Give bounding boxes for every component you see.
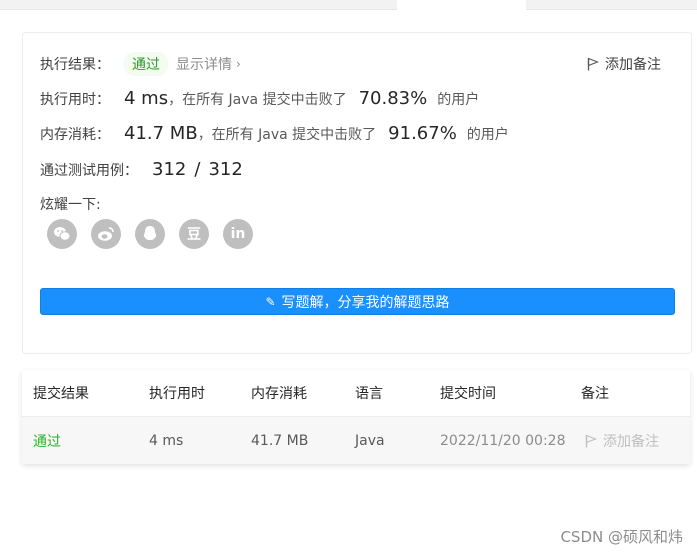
show-details-label: 显示详情	[176, 57, 232, 73]
memory-middle-text: ，在所有 Java 提交中击败了	[197, 126, 377, 143]
tab-left[interactable]	[0, 0, 397, 10]
add-note-button[interactable]: 添加备注	[587, 54, 661, 74]
result-label: 执行结果：	[40, 57, 110, 73]
submission-result-card: 执行结果： 通过 显示详情 › 添加备注 执行用时： 4 ms ，在所有 Jav…	[22, 32, 692, 354]
flag-icon	[585, 434, 597, 447]
runtime-row: 执行用时： 4 ms ，在所有 Java 提交中击败了 70.83% 的用户	[40, 88, 479, 109]
pencil-icon: ✎	[265, 294, 276, 309]
row-add-note-button[interactable]: 添加备注	[585, 417, 659, 464]
flag-icon	[587, 57, 599, 71]
row-runtime: 4 ms	[149, 432, 184, 449]
table-row[interactable]: 通过 4 ms 41.7 MB Java 2022/11/20 00:28 添加…	[22, 417, 690, 464]
row-time: 2022/11/20 00:28	[440, 432, 566, 449]
share-row: 炫耀一下:	[40, 194, 101, 214]
row-add-note-label: 添加备注	[603, 433, 659, 450]
chevron-right-icon: ›	[236, 57, 241, 71]
header-language: 语言	[355, 386, 383, 402]
row-memory: 41.7 MB	[251, 432, 309, 449]
testcases-separator: /	[194, 159, 201, 180]
runtime-value: 4 ms	[124, 88, 169, 109]
table-header: 提交结果 执行用时 内存消耗 语言 提交时间 备注	[22, 370, 690, 417]
add-note-label: 添加备注	[605, 57, 661, 73]
watermark: CSDN @硕风和炜	[560, 528, 683, 546]
share-icons: 豆 in	[47, 219, 253, 249]
linkedin-glyph: in	[230, 226, 246, 242]
douban-icon[interactable]: 豆	[179, 219, 209, 249]
top-tab-bar	[0, 0, 697, 10]
testcases-label: 通过测试用例：	[40, 162, 138, 179]
wechat-icon[interactable]	[47, 219, 77, 249]
memory-percent: 91.67%	[388, 123, 457, 144]
memory-label: 内存消耗：	[40, 126, 110, 143]
share-label: 炫耀一下:	[40, 197, 101, 213]
header-note: 备注	[581, 386, 609, 402]
write-solution-label: 写题解，分享我的解题思路	[281, 294, 450, 311]
weibo-glyph	[98, 227, 114, 241]
linkedin-icon[interactable]: in	[223, 219, 253, 249]
header-time: 提交时间	[440, 386, 496, 402]
row-language: Java	[355, 432, 385, 449]
row-result-link[interactable]: 通过	[33, 417, 61, 464]
header-result: 提交结果	[33, 386, 89, 402]
memory-row: 内存消耗： 41.7 MB ，在所有 Java 提交中击败了 91.67% 的用…	[40, 123, 509, 144]
runtime-percent: 70.83%	[358, 88, 428, 109]
submission-table: 提交结果 执行用时 内存消耗 语言 提交时间 备注 通过 4 ms 41.7 M…	[22, 370, 690, 464]
testcases-passed: 312	[152, 159, 187, 180]
runtime-middle-text: ，在所有 Java 提交中击败了	[168, 91, 347, 108]
douban-glyph: 豆	[187, 227, 201, 243]
memory-value: 41.7 MB	[124, 123, 198, 144]
testcases-row: 通过测试用例： 312 / 312	[40, 159, 243, 180]
qq-icon[interactable]	[135, 219, 165, 249]
write-solution-button[interactable]: ✎ 写题解，分享我的解题思路	[40, 288, 675, 315]
runtime-label: 执行用时：	[40, 91, 110, 108]
status-badge: 通过	[124, 52, 168, 76]
tab-active[interactable]	[397, 0, 526, 9]
tab-right[interactable]	[526, 0, 697, 10]
result-row: 执行结果： 通过 显示详情 ›	[40, 52, 241, 76]
testcases-total: 312	[208, 159, 243, 180]
runtime-suffix: 的用户	[437, 91, 480, 108]
wechat-glyph	[54, 227, 71, 241]
show-details-link[interactable]: 显示详情 ›	[176, 54, 241, 74]
weibo-icon[interactable]	[91, 219, 121, 249]
header-memory: 内存消耗	[251, 386, 307, 402]
header-runtime: 执行用时	[149, 386, 205, 402]
memory-suffix: 的用户	[466, 126, 509, 143]
qq-glyph	[143, 226, 157, 240]
